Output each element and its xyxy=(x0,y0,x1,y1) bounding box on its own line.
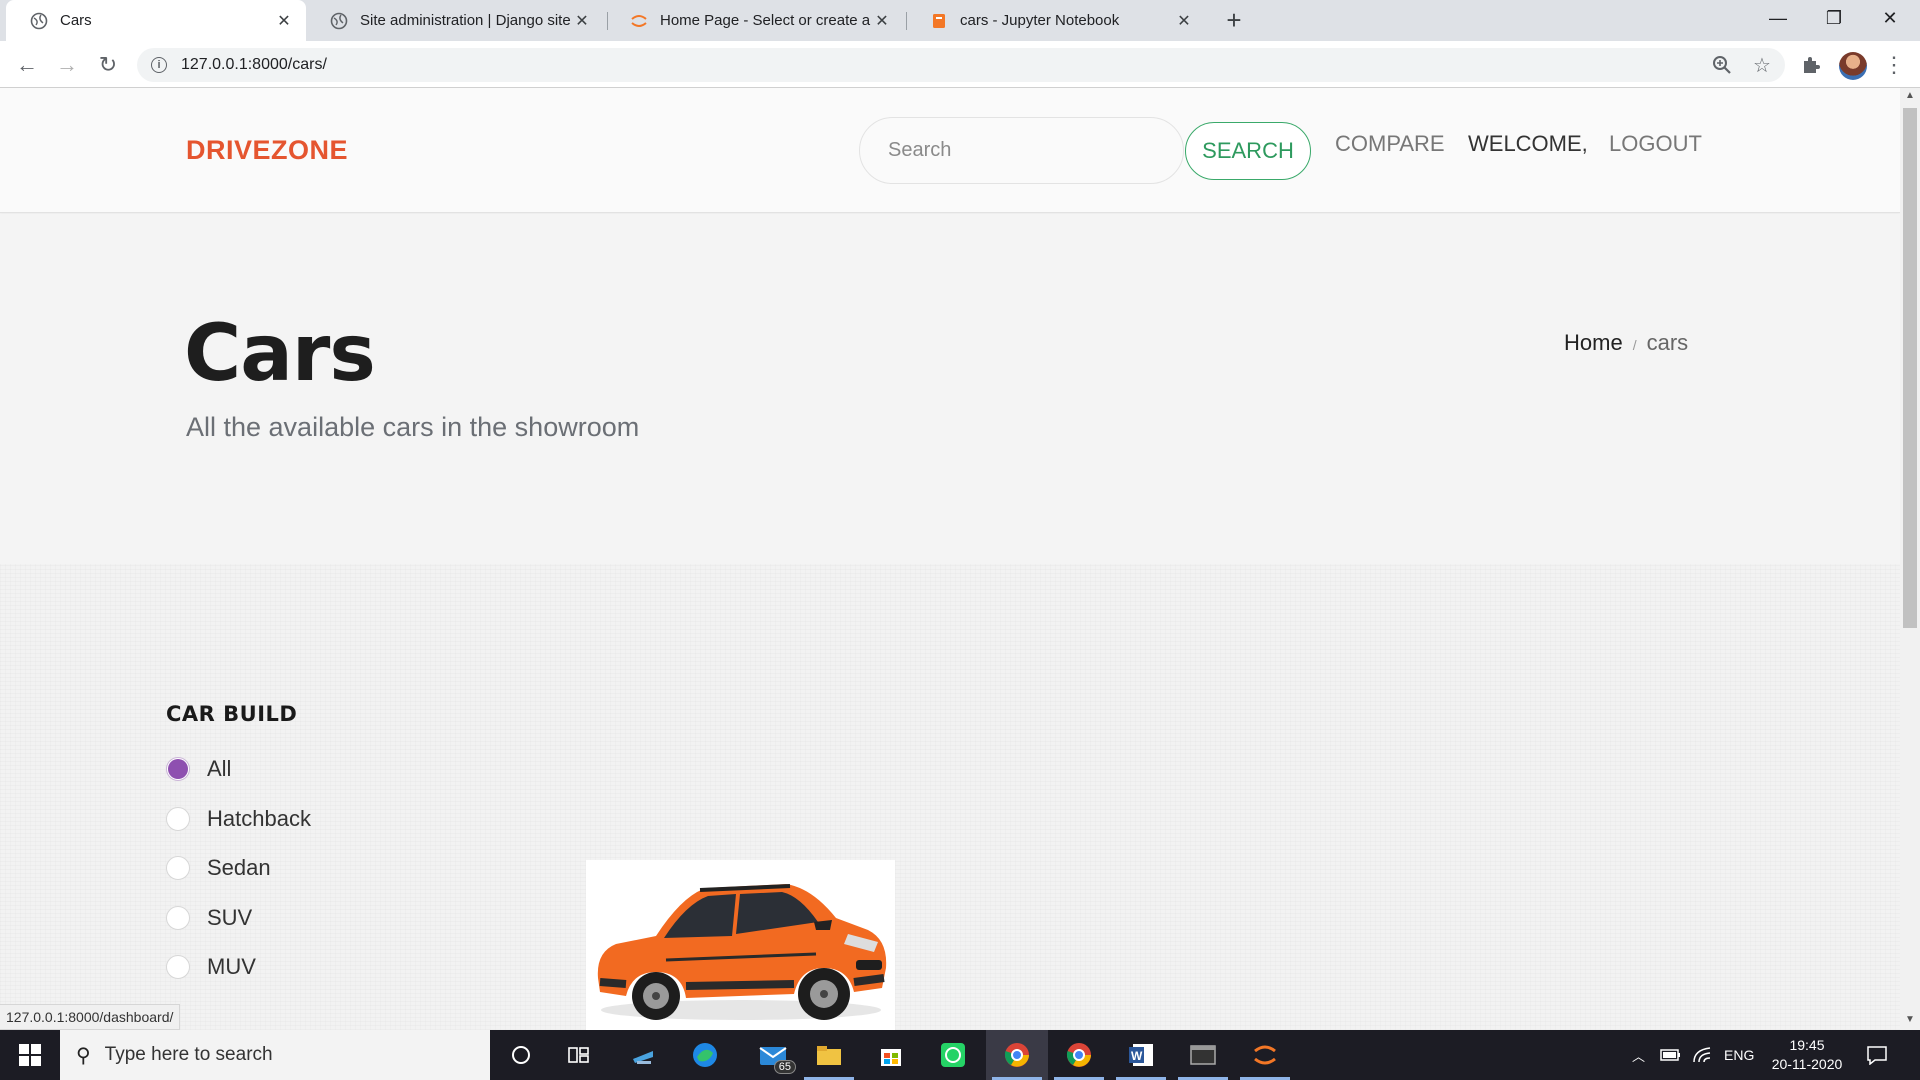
store-icon[interactable] xyxy=(860,1030,922,1080)
breadcrumb-home[interactable]: Home xyxy=(1564,330,1623,356)
language-indicator[interactable]: ENG xyxy=(1724,1030,1754,1080)
info-icon[interactable]: i xyxy=(151,57,167,73)
menu-kebab-icon[interactable]: ⋮ xyxy=(1878,49,1910,81)
filter-option-sedan[interactable]: Sedan xyxy=(166,855,271,881)
windows-taskbar: ⚲ Type here to search 65 W ︿ ENG 19:45 2… xyxy=(0,1030,1920,1080)
filter-option-label: Hatchback xyxy=(207,806,311,831)
globe-icon xyxy=(30,12,48,30)
scrollbar-thumb[interactable] xyxy=(1903,108,1917,628)
filter-option-hatchback[interactable]: Hatchback xyxy=(166,806,311,832)
notifications-icon[interactable] xyxy=(1866,1030,1888,1080)
status-url-bar: 127.0.0.1:8000/dashboard/ xyxy=(0,1004,181,1030)
tab-cars[interactable]: Cars ✕ xyxy=(6,0,306,41)
edge-browser-icon[interactable] xyxy=(674,1030,736,1080)
car-image[interactable] xyxy=(586,860,895,1030)
radio-button[interactable] xyxy=(166,856,190,880)
scroll-down-icon[interactable]: ▼ xyxy=(1904,1014,1916,1025)
mail-badge: 65 xyxy=(773,1060,796,1074)
show-hidden-icons-icon[interactable]: ︿ xyxy=(1632,1030,1645,1080)
minimize-icon[interactable]: — xyxy=(1750,0,1806,36)
brand-logo[interactable]: DRIVEZONE xyxy=(186,135,348,166)
whatsapp-icon[interactable] xyxy=(922,1030,984,1080)
taskbar-search-box[interactable]: ⚲ Type here to search xyxy=(60,1030,490,1080)
page-viewport: DRIVEZONE SEARCH COMPARE WELCOME, LOGOUT… xyxy=(0,88,1900,1030)
filter-option-all[interactable]: All xyxy=(166,756,231,782)
file-explorer-icon[interactable] xyxy=(798,1030,860,1080)
radio-button[interactable] xyxy=(166,757,190,781)
tab-title: Site administration | Django site admin xyxy=(360,12,572,29)
bookmark-star-icon[interactable]: ☆ xyxy=(1746,49,1778,81)
breadcrumb: Home / cars xyxy=(1564,330,1688,356)
task-view-icon[interactable] xyxy=(548,1030,610,1080)
radio-button[interactable] xyxy=(166,906,190,930)
battery-icon[interactable] xyxy=(1660,1030,1682,1080)
radio-button[interactable] xyxy=(166,807,190,831)
clock-time: 19:45 xyxy=(1789,1037,1825,1053)
breadcrumb-separator: / xyxy=(1632,337,1637,353)
tab-title: Cars xyxy=(60,12,92,29)
search-icon: ⚲ xyxy=(76,1044,91,1067)
tab-title: cars - Jupyter Notebook xyxy=(960,12,1120,29)
back-icon[interactable]: ← xyxy=(11,49,43,81)
restore-icon[interactable]: ❐ xyxy=(1806,0,1862,36)
system-clock[interactable]: 19:45 20-11-2020 xyxy=(1762,1036,1852,1074)
windows-start-icon[interactable] xyxy=(0,1030,60,1080)
filter-option-muv[interactable]: MUV xyxy=(166,954,256,980)
close-icon[interactable]: ✕ xyxy=(1174,11,1194,31)
word-icon[interactable]: W xyxy=(1110,1030,1172,1080)
tab-jupyter-notebook[interactable]: cars - Jupyter Notebook ✕ xyxy=(906,0,1206,41)
cortana-icon[interactable] xyxy=(490,1030,552,1080)
nav-logout[interactable]: LOGOUT xyxy=(1609,131,1702,157)
filter-option-label: SUV xyxy=(207,905,253,930)
nav-compare[interactable]: COMPARE xyxy=(1335,131,1445,157)
filter-title: CAR BUILD xyxy=(166,702,298,726)
scroll-up-icon[interactable]: ▲ xyxy=(1904,90,1916,101)
cars-content: CAR BUILD All Hatchback Sedan SUV MUV xyxy=(0,564,1900,1030)
page-title: Cars xyxy=(184,309,376,399)
extensions-icon[interactable] xyxy=(1795,49,1827,81)
tab-title: Home Page - Select or create a notebook xyxy=(660,12,872,29)
filter-option-label: All xyxy=(207,756,232,781)
jupyter-app-icon[interactable] xyxy=(1234,1030,1296,1080)
radio-button[interactable] xyxy=(166,955,190,979)
new-tab-button[interactable]: + xyxy=(1219,5,1249,35)
reload-icon[interactable]: ↻ xyxy=(92,49,124,81)
browser-toolbar: ← → ↻ i 127.0.0.1:8000/cars/ ☆ ⋮ xyxy=(0,41,1920,88)
close-icon[interactable]: ✕ xyxy=(274,11,294,31)
browser-tab-bar: Cars ✕ Site administration | Django site… xyxy=(0,0,1920,41)
close-icon[interactable]: ✕ xyxy=(872,11,892,31)
svg-text:W: W xyxy=(1131,1049,1143,1063)
filter-option-label: Sedan xyxy=(207,855,271,880)
close-icon[interactable]: ✕ xyxy=(572,11,592,31)
filter-option-suv[interactable]: SUV xyxy=(166,905,252,931)
page-hero: Cars All the available cars in the showr… xyxy=(0,214,1900,564)
globe-icon xyxy=(330,12,348,30)
mail-icon[interactable]: 65 xyxy=(742,1030,804,1080)
car-card[interactable] xyxy=(586,860,895,1030)
search-button[interactable]: SEARCH xyxy=(1185,122,1311,180)
clock-date: 20-11-2020 xyxy=(1771,1056,1843,1072)
tab-django-admin[interactable]: Site administration | Django site admin … xyxy=(306,0,604,41)
site-header: DRIVEZONE SEARCH COMPARE WELCOME, LOGOUT xyxy=(0,88,1900,213)
search-input[interactable] xyxy=(859,117,1184,184)
profile-avatar[interactable] xyxy=(1839,52,1867,80)
notebook-icon xyxy=(930,12,948,30)
nav-welcome: WELCOME, xyxy=(1468,131,1588,156)
taskbar-search-placeholder: Type here to search xyxy=(104,1044,273,1065)
address-bar[interactable]: i 127.0.0.1:8000/cars/ xyxy=(137,48,1785,82)
wifi-icon[interactable] xyxy=(1692,1030,1712,1080)
pc-icon[interactable] xyxy=(612,1030,674,1080)
chrome-profile-icon[interactable] xyxy=(1048,1030,1110,1080)
filter-option-label: MUV xyxy=(207,954,256,979)
jupyter-icon xyxy=(630,12,648,30)
forward-icon[interactable]: → xyxy=(51,49,83,81)
breadcrumb-current: cars xyxy=(1646,330,1689,355)
window-close-icon[interactable]: ✕ xyxy=(1862,0,1918,36)
zoom-icon[interactable] xyxy=(1706,49,1738,81)
terminal-icon[interactable] xyxy=(1172,1030,1234,1080)
chrome-icon[interactable] xyxy=(986,1030,1048,1080)
url-text: 127.0.0.1:8000/cars/ xyxy=(181,56,327,73)
page-subtitle: All the available cars in the showroom xyxy=(186,412,640,442)
tab-jupyter-home[interactable]: Home Page - Select or create a notebook … xyxy=(606,0,904,41)
